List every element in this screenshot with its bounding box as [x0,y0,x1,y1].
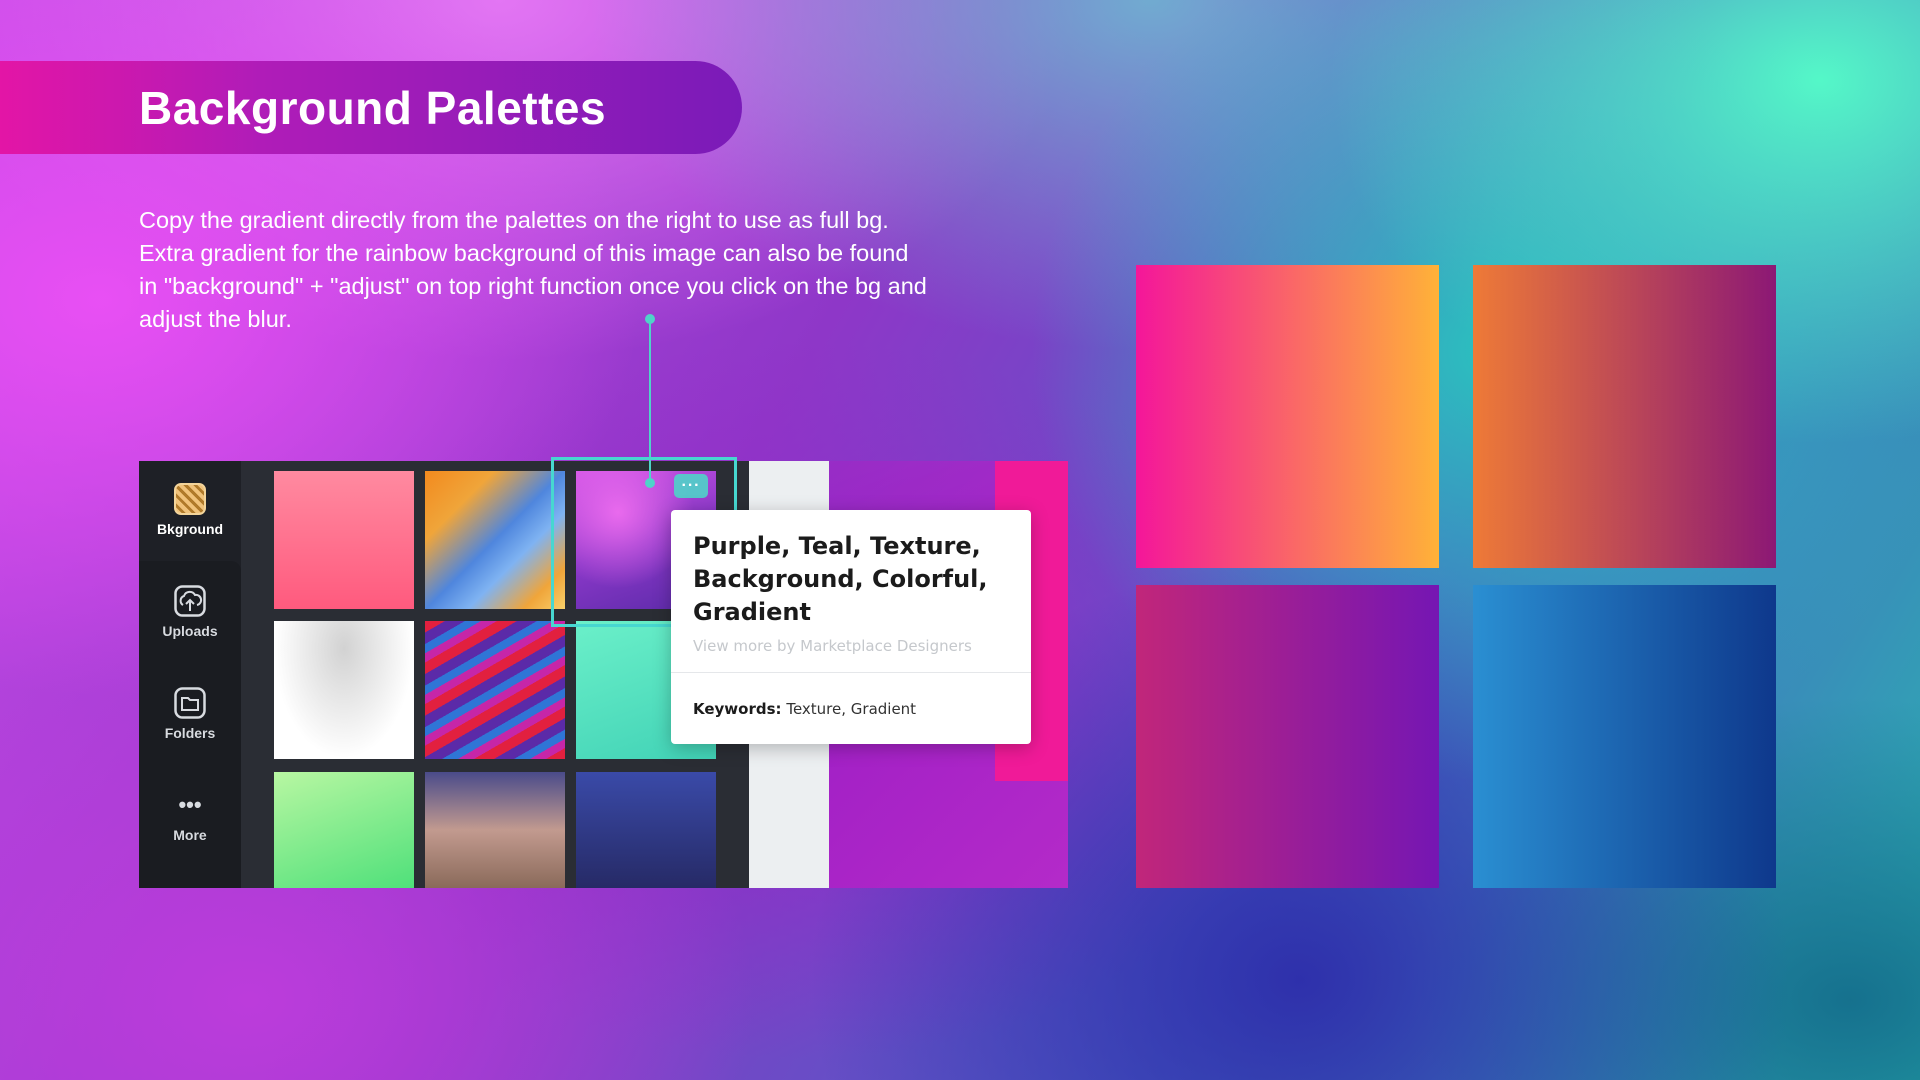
background-thumbnail[interactable] [274,471,414,609]
tooltip-title-line: Gradient [693,598,811,626]
tooltip-keywords: Keywords: Texture, Gradient [693,700,916,718]
background-thumbnail[interactable] [274,772,414,888]
tooltip-title-line: Purple, Teal, Texture, [693,532,981,560]
description-line: Extra gradient for the rainbow backgroun… [139,240,909,266]
background-thumbnail[interactable] [274,621,414,759]
palette-swatch-pink-orange[interactable] [1136,265,1439,568]
page-title: Background Palettes [139,81,607,134]
sidebar-item-more[interactable]: ••• More [139,767,241,865]
sidebar-item-label: Bkground [156,521,224,537]
sidebar-item-label: Folders [164,725,216,741]
connector-dot [645,314,655,324]
title-banner: Background Palettes [0,61,742,154]
sidebar-item-background[interactable]: Bkground [139,461,241,559]
palette-swatch-orange-purple[interactable] [1473,265,1776,568]
canva-sidebar: Bkground Uploads Folders ••• More [139,461,241,888]
background-thumbnail[interactable] [425,772,565,888]
keywords-value: Texture, Gradient [786,700,917,718]
background-thumbnail[interactable] [425,621,565,759]
more-options-button[interactable]: ··· [674,474,708,498]
description-line: in "background" + "adjust" on top right … [139,273,927,299]
description-line: adjust the blur. [139,306,292,332]
upload-icon [174,585,206,617]
asset-info-tooltip: Purple, Teal, Texture, Background, Color… [671,510,1031,744]
sidebar-item-uploads[interactable]: Uploads [139,563,241,661]
description: Copy the gradient directly from the pale… [139,204,1079,336]
tooltip-divider [671,672,1031,673]
connector-line [649,319,651,483]
background-thumbnail[interactable] [425,471,565,609]
tooltip-title-line: Background, Colorful, [693,565,988,593]
palette-swatch-blue-navy[interactable] [1473,585,1776,888]
background-icon [174,483,206,515]
folder-icon [174,687,206,719]
tooltip-title: Purple, Teal, Texture, Background, Color… [693,530,1009,629]
keywords-label: Keywords: [693,700,782,718]
sidebar-item-label: More [173,827,207,843]
description-line: Copy the gradient directly from the pale… [139,207,889,233]
tooltip-author-link[interactable]: View more by Marketplace Designers [693,637,1009,655]
sidebar-item-folders[interactable]: Folders [139,665,241,763]
palette-swatch-crimson-violet[interactable] [1136,585,1439,888]
background-thumbnail[interactable] [576,772,716,888]
connector-dot [645,478,655,488]
sidebar-item-label: Uploads [162,623,218,639]
more-icon: ••• [178,792,202,817]
